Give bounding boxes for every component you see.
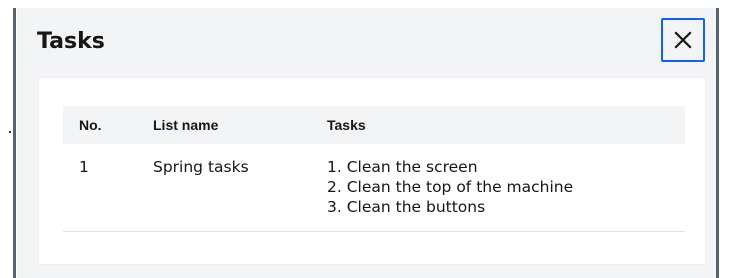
table-row: 1 Spring tasks 1. Clean the screen 2. Cl… — [63, 144, 685, 232]
modal-content-card: No. List name Tasks 1 Spring tasks 1. Cl… — [39, 78, 705, 264]
close-button[interactable] — [661, 18, 705, 62]
task-item: 1. Clean the screen — [327, 158, 478, 176]
table-body: 1 Spring tasks 1. Clean the screen 2. Cl… — [63, 144, 685, 232]
backdrop-left-edge — [13, 8, 16, 278]
cell-list-name: Spring tasks — [137, 144, 311, 232]
backdrop-dot — [9, 131, 11, 133]
cell-tasks: 1. Clean the screen 2. Clean the top of … — [311, 144, 685, 232]
column-header-tasks: Tasks — [327, 117, 366, 133]
task-item: 3. Clean the buttons — [327, 198, 486, 216]
column-header-list-name: List name — [153, 117, 219, 133]
modal-title: Tasks — [37, 29, 105, 54]
column-header-no: No. — [79, 117, 102, 133]
task-item: 2. Clean the top of the machine — [327, 178, 574, 196]
table-header-row: No. List name Tasks — [63, 106, 685, 144]
backdrop-right-edge — [716, 8, 719, 278]
table-header: No. List name Tasks — [63, 106, 685, 144]
tasks-table: No. List name Tasks 1 Spring tasks 1. Cl… — [63, 106, 685, 232]
cell-no: 1 — [63, 144, 137, 232]
tasks-modal: Tasks No. List name Tasks 1 Spring tasks — [17, 8, 716, 278]
close-icon — [674, 31, 692, 49]
